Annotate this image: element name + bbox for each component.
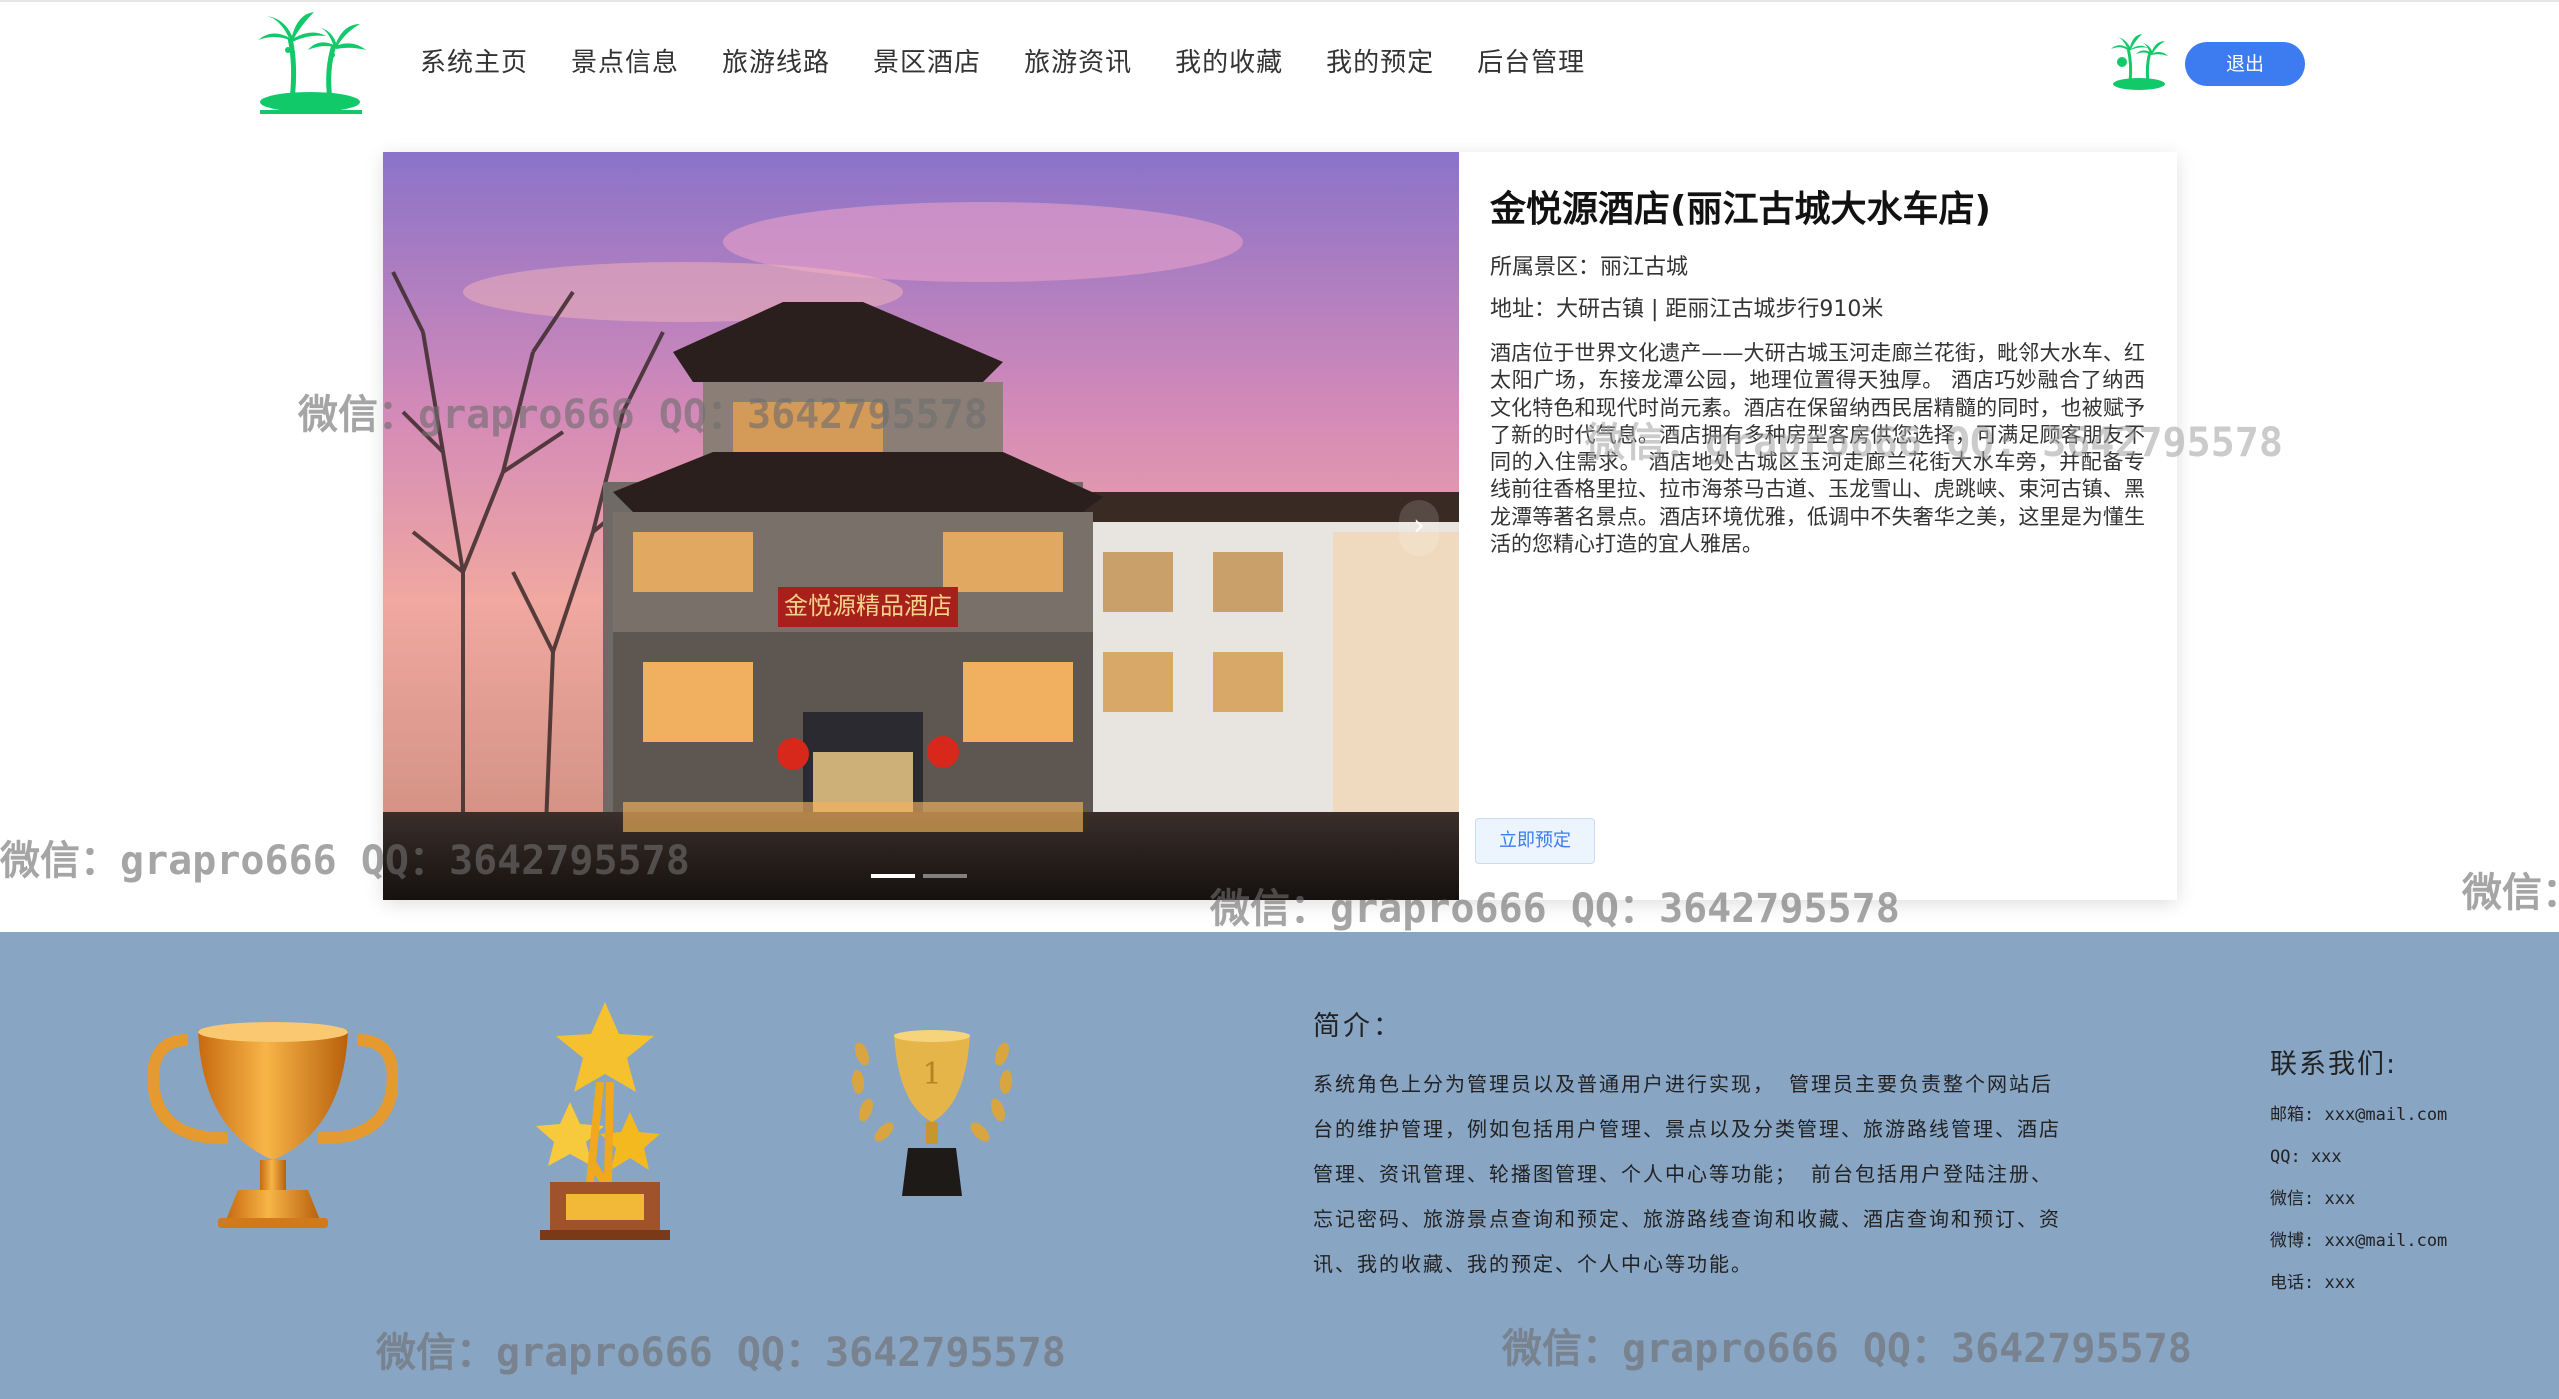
intro-title: 简介： — [1313, 1011, 1403, 1042]
contact-title: 联系我们: — [2270, 1049, 2398, 1080]
hotel-description: 酒店位于世界文化遗产——大研古城玉河走廊兰花街，毗邻大水车、红太阳广场，东接龙潭… — [1490, 341, 2145, 557]
contact-email: 邮箱: xxx@mail.com — [2270, 1105, 2448, 1125]
laurel-trophy-icon: 1 — [851, 1030, 1013, 1196]
top-header: 系统主页 景点信息 旅游线路 景区酒店 旅游资讯 我的收藏 我的预定 后台管理 … — [0, 0, 2559, 130]
book-now-button[interactable]: 立即预定 — [1475, 818, 1595, 864]
watermark: 微信： — [2462, 870, 2559, 916]
hotel-sign: 金悦源精品酒店 — [784, 592, 952, 620]
nav-home[interactable]: 系统主页 — [420, 42, 528, 79]
hotel-info: 金悦源酒店(丽江古城大水车店) 所属景区：丽江古城 地址：大研古镇 | 距丽江古… — [1490, 180, 2150, 558]
carousel-dot[interactable] — [871, 874, 915, 878]
contact-weibo: 微博: xxx@mail.com — [2270, 1231, 2448, 1251]
contact-qq: QQ: xxx — [2270, 1147, 2342, 1167]
contact-phone: 电话: xxx — [2270, 1273, 2356, 1293]
hotel-image-carousel[interactable]: 金悦源精品酒店 › — [383, 152, 1459, 900]
palm-tree-logo-icon[interactable] — [252, 10, 370, 120]
nav-bookings[interactable]: 我的预定 — [1326, 42, 1434, 79]
nav-routes[interactable]: 旅游线路 — [722, 42, 830, 79]
user-avatar-icon[interactable] — [2108, 32, 2170, 94]
carousel-indicators — [871, 874, 975, 878]
nav-favorites[interactable]: 我的收藏 — [1175, 42, 1283, 79]
carousel-dot[interactable] — [923, 874, 967, 878]
gold-cup-trophy-icon — [148, 1022, 398, 1228]
hotel-address: 地址：大研古镇 | 距丽江古城步行910米 — [1490, 297, 1884, 322]
logout-button[interactable]: 退出 — [2185, 42, 2305, 86]
svg-text:1: 1 — [922, 1057, 941, 1092]
hotel-scenic-area: 所属景区：丽江古城 — [1490, 255, 1689, 280]
star-trophy-icon — [536, 1002, 670, 1240]
hotel-photo: 金悦源精品酒店 — [383, 152, 1459, 900]
hotel-name: 金悦源酒店(丽江古城大水车店) — [1490, 189, 1991, 230]
nav-admin[interactable]: 后台管理 — [1477, 42, 1585, 79]
site-footer: 1 简介： 系统角色上分为管理员以及普通用户进行实现， 管理员主要负责整个网站后… — [0, 932, 2559, 1399]
nav-attractions[interactable]: 景点信息 — [571, 42, 679, 79]
main-nav: 系统主页 景点信息 旅游线路 景区酒店 旅游资讯 我的收藏 我的预定 后台管理 — [420, 42, 1628, 79]
intro-text: 系统角色上分为管理员以及普通用户进行实现， 管理员主要负责整个网站后台的维护管理… — [1313, 1072, 2061, 1276]
contact-list: 邮箱: xxx@mail.com QQ: xxx 微信: xxx 微博: xxx… — [2270, 1094, 2447, 1304]
hotel-detail-card: 金悦源精品酒店 › 金悦源酒店(丽江古城大水车店) 所属景区：丽江古城 地址：大… — [383, 152, 2177, 900]
contact-wechat: 微信: xxx — [2270, 1189, 2356, 1209]
nav-hotels[interactable]: 景区酒店 — [873, 42, 981, 79]
nav-news[interactable]: 旅游资讯 — [1024, 42, 1132, 79]
chevron-right-icon: › — [1413, 508, 1425, 543]
carousel-next-button[interactable]: › — [1399, 500, 1439, 556]
